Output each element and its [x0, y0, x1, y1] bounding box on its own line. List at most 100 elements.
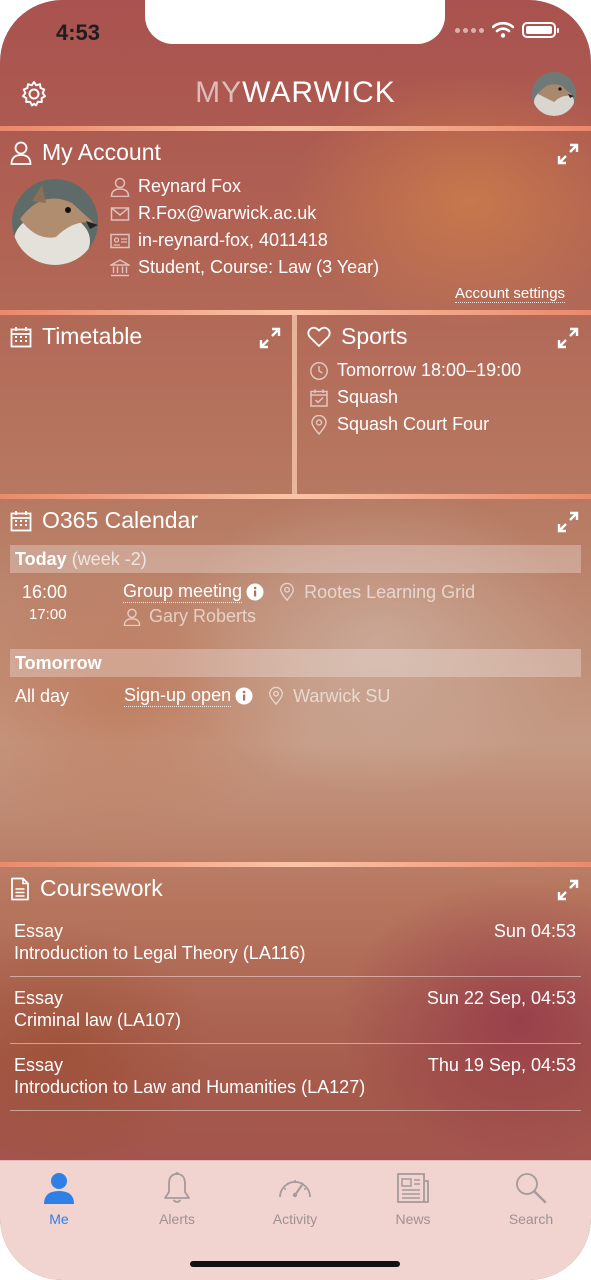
- event-row: Sign-up open Warwick SU: [124, 685, 390, 707]
- tab-label: News: [395, 1211, 431, 1227]
- university-building-icon: [110, 258, 130, 276]
- tab-me[interactable]: Me: [9, 1171, 109, 1227]
- account-email: R.Fox@warwick.ac.uk: [138, 203, 317, 223]
- logo-warwick: WARWICK: [242, 76, 396, 109]
- tile-title: Sports: [307, 323, 407, 350]
- timetable-title: Timetable: [42, 323, 143, 349]
- home-indicator[interactable]: [190, 1261, 400, 1267]
- sports-title: Sports: [341, 323, 408, 349]
- info-icon[interactable]: [235, 687, 253, 705]
- profile-avatar[interactable]: [532, 72, 576, 116]
- calendar-title: O365 Calendar: [42, 507, 198, 533]
- expand-icon[interactable]: [557, 511, 579, 533]
- coursework-module: Introduction to Law and Humanities (LA12…: [14, 1077, 366, 1097]
- tab-alerts[interactable]: Alerts: [127, 1171, 227, 1227]
- map-pin-icon: [269, 686, 284, 706]
- sports-location: Squash Court Four: [337, 414, 490, 434]
- sports-activity: Squash: [337, 387, 399, 407]
- event-row: Group meeting Rootes Learning Grid: [123, 581, 475, 603]
- coursework-item[interactable]: Essay Introduction to Law and Humanities…: [10, 1045, 581, 1111]
- sports-tile[interactable]: Sports Tomorrow 18:00–19:00 Squash Squas…: [297, 315, 591, 494]
- clock-icon: [310, 361, 328, 380]
- account-id: in-reynard-fox, 4011418: [138, 230, 328, 250]
- o365-calendar-tile[interactable]: O365 Calendar Today (week -2) 16:00 17:0…: [0, 499, 591, 862]
- sports-location-row: Squash Court Four: [309, 414, 489, 435]
- person-icon: [110, 177, 130, 197]
- tab-label: Alerts: [159, 1211, 195, 1227]
- tile-title: O365 Calendar: [10, 507, 198, 534]
- account-title: My Account: [42, 139, 161, 165]
- expand-icon[interactable]: [557, 143, 579, 165]
- event-title-link[interactable]: Sign-up open: [124, 685, 232, 707]
- phone-screen: 4:53 MYWARWICK My Account Reynard Fox R.…: [0, 0, 591, 1280]
- heart-icon: [307, 326, 331, 347]
- timetable-tile[interactable]: Timetable: [0, 315, 292, 494]
- coursework-type: Essay: [14, 1055, 64, 1075]
- event-organiser: Gary Roberts: [149, 606, 257, 626]
- coursework-due: Thu 19 Sep, 04:53: [427, 1055, 576, 1075]
- event-start-time: 16:00: [22, 582, 68, 602]
- battery-icon: [522, 22, 559, 38]
- sports-time: Tomorrow 18:00–19:00: [337, 360, 522, 380]
- notch: [145, 0, 445, 44]
- status-time: 4:53: [56, 20, 101, 45]
- id-card-icon: [110, 233, 130, 248]
- cellular-signal-icon: [455, 27, 484, 33]
- tab-label: Me: [49, 1211, 69, 1227]
- coursework-item[interactable]: Essay Criminal law (LA107) Sun 22 Sep, 0…: [10, 978, 581, 1044]
- map-pin-icon: [311, 414, 327, 435]
- account-course-row: Student, Course: Law (3 Year): [110, 257, 379, 278]
- person-icon: [44, 1173, 74, 1204]
- expand-icon[interactable]: [557, 879, 579, 901]
- day-label: Today: [15, 549, 67, 569]
- tab-news[interactable]: News: [363, 1171, 463, 1227]
- map-pin-icon: [280, 582, 295, 602]
- logo-my: MY: [195, 76, 243, 109]
- day-header-today: Today (week -2): [10, 545, 581, 573]
- calendar-check-icon: [310, 389, 328, 407]
- week-label: (week -2): [71, 549, 147, 569]
- account-photo: [12, 179, 98, 265]
- calendar-icon: [10, 326, 32, 347]
- tile-title: My Account: [10, 139, 161, 166]
- tab-label: Activity: [272, 1211, 318, 1227]
- app-logo: MYWARWICK: [0, 76, 591, 110]
- speedometer-icon: [279, 1180, 311, 1198]
- tab-label: Search: [508, 1211, 554, 1227]
- coursework-due: Sun 22 Sep, 04:53: [426, 988, 576, 1008]
- coursework-tile[interactable]: Coursework Essay Introduction to Legal T…: [0, 867, 591, 1160]
- day-header-tomorrow: Tomorrow: [10, 649, 581, 677]
- event-title-link[interactable]: Group meeting: [123, 581, 243, 603]
- tile-title: Timetable: [10, 323, 142, 350]
- coursework-type: Essay: [14, 988, 64, 1008]
- document-icon: [11, 877, 29, 900]
- event-location: Rootes Learning Grid: [304, 581, 476, 602]
- event-end-time: 17:00: [29, 606, 67, 623]
- tab-search[interactable]: Search: [481, 1171, 581, 1227]
- search-icon: [516, 1173, 547, 1204]
- envelope-icon: [110, 206, 130, 221]
- account-course: Student, Course: Law (3 Year): [138, 257, 380, 277]
- bell-icon: [164, 1172, 190, 1203]
- info-icon[interactable]: [246, 583, 264, 601]
- account-settings-link[interactable]: Account settings: [455, 285, 566, 303]
- newspaper-icon: [397, 1173, 429, 1203]
- coursework-due: Sun 04:53: [493, 921, 576, 941]
- day-label: Tomorrow: [15, 653, 102, 673]
- account-name: Reynard Fox: [138, 176, 242, 196]
- coursework-title: Coursework: [40, 875, 163, 901]
- sports-activity-row: Squash: [309, 387, 398, 408]
- my-account-tile[interactable]: My Account Reynard Fox R.Fox@warwick.ac.…: [0, 131, 591, 310]
- expand-icon[interactable]: [259, 327, 281, 349]
- expand-icon[interactable]: [557, 327, 579, 349]
- event-all-day: All day: [15, 686, 70, 706]
- coursework-item[interactable]: Essay Introduction to Legal Theory (LA11…: [10, 911, 581, 977]
- status-icons: [455, 22, 559, 38]
- account-email-row: R.Fox@warwick.ac.uk: [110, 203, 316, 224]
- sports-time-row: Tomorrow 18:00–19:00: [309, 360, 521, 381]
- event-location: Warwick SU: [293, 685, 391, 706]
- account-id-row: in-reynard-fox, 4011418: [110, 230, 328, 251]
- account-name-row: Reynard Fox: [110, 176, 241, 197]
- coursework-module: Introduction to Legal Theory (LA116): [14, 943, 306, 963]
- tab-activity[interactable]: Activity: [245, 1171, 345, 1227]
